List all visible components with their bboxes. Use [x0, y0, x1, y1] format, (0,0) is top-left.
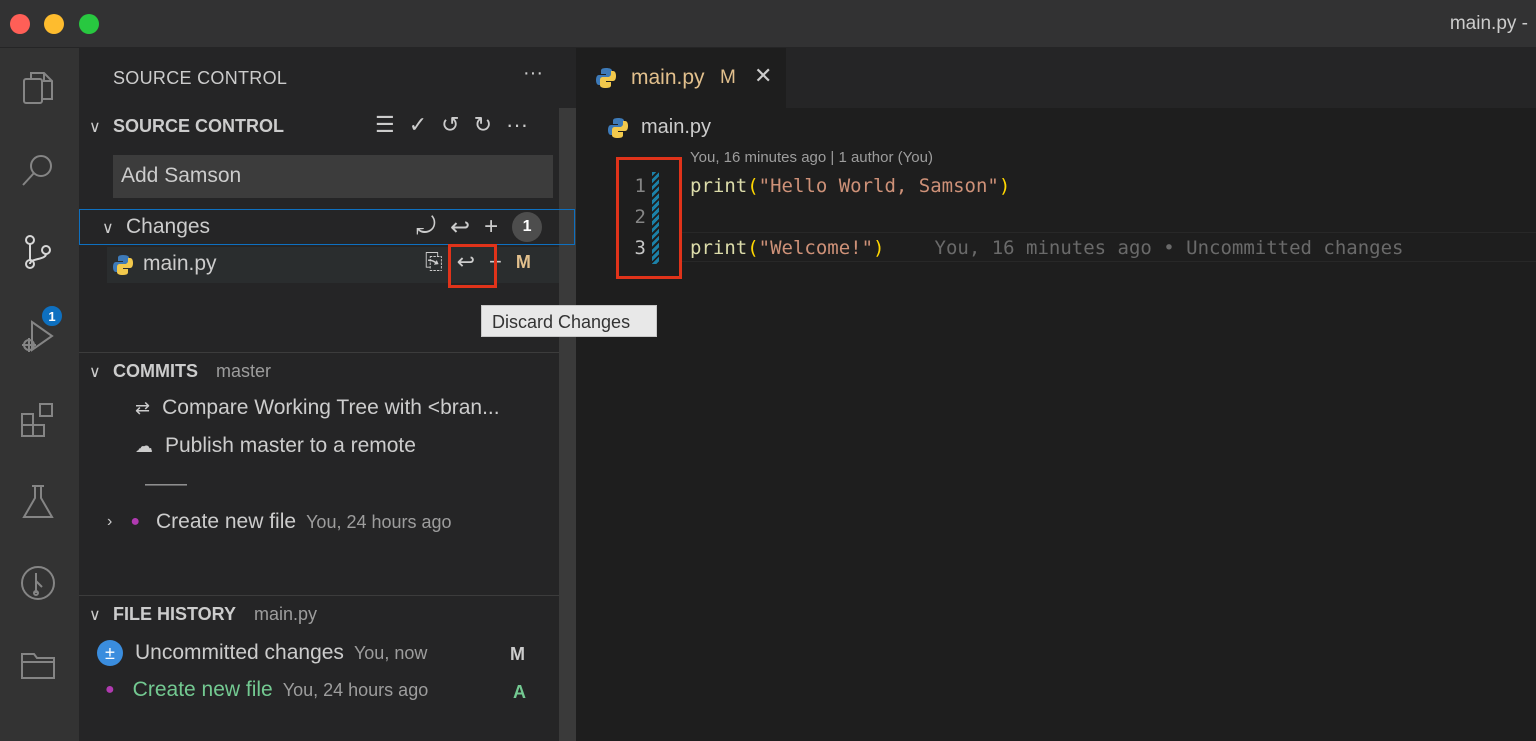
extensions-icon[interactable] [16, 398, 60, 442]
changes-group-row[interactable]: ∨ Changes ⤾ ↩ + 1 [79, 209, 575, 245]
uncommitted-icon: ± [97, 640, 123, 666]
discard-changes-tooltip: Discard Changes [481, 305, 657, 337]
section-title: SOURCE CONTROL [113, 116, 284, 136]
chevron-down-icon: ∨ [89, 606, 101, 624]
tab-main-py[interactable]: main.py M ✕ [576, 48, 786, 108]
publish-branch-item[interactable]: ☁ Publish master to a remote [135, 434, 416, 458]
history-flag-added: A [513, 682, 526, 702]
search-icon[interactable] [16, 148, 60, 192]
commits-title: COMMITS [113, 361, 198, 381]
discard-highlight-box [448, 244, 497, 288]
avatar-icon: ● [130, 513, 140, 530]
activity-bar: 1 [0, 48, 79, 741]
source-control-sidebar: SOURCE CONTROL ··· ∨ SOURCE CONTROL ☰ ✓ … [79, 48, 576, 741]
explorer-icon[interactable] [16, 66, 60, 110]
file-status-badge: M [515, 251, 531, 272]
changes-group-label: ∨ Changes [102, 215, 211, 238]
discard-all-changes-icon[interactable]: ⤾ [416, 213, 436, 241]
sidebar-header: SOURCE CONTROL [113, 68, 288, 88]
sidebar-more-button[interactable]: ··· [523, 62, 543, 85]
code-line[interactable]: print("Welcome!") You, 16 minutes ago • U… [690, 237, 1404, 259]
refresh-icon[interactable]: ↻ [474, 112, 492, 138]
source-control-actions: ☰ ✓ ↺ ↻ ··· [375, 112, 528, 138]
file-history-title: FILE HISTORY [113, 604, 237, 624]
chevron-down-icon: ∨ [89, 118, 101, 136]
testing-icon[interactable] [16, 480, 60, 524]
code-line[interactable]: print("Hello World, Samson") [690, 175, 1010, 197]
changed-file-name: main.py [143, 252, 217, 275]
avatar-icon: ● [105, 681, 115, 698]
cloud-upload-icon: ☁ [135, 435, 153, 456]
minimize-window-button[interactable] [44, 14, 64, 34]
chevron-down-icon: ∨ [89, 363, 101, 381]
python-file-icon [596, 68, 616, 88]
commits-branch: master [216, 361, 272, 381]
chevron-right-icon: › [107, 513, 113, 530]
codelens-blame[interactable]: You, 16 minutes ago | 1 author (You) [690, 149, 933, 166]
inline-blame: You, 16 minutes ago • Uncommitted change… [934, 237, 1404, 259]
tab-label: main.py [631, 66, 705, 89]
chevron-down-icon: ∨ [102, 220, 114, 237]
more-actions-icon[interactable]: ··· [506, 112, 528, 138]
source-control-section-header[interactable]: ∨ SOURCE CONTROL [89, 116, 284, 137]
title-bar: main.py - [0, 0, 1536, 48]
git-graph-icon[interactable] [16, 561, 60, 605]
editor-area: main.py M ✕ main.py You, 16 minutes ago … [576, 48, 1536, 741]
commit-check-icon[interactable]: ✓ [409, 112, 427, 138]
commit-message-input[interactable]: Add Samson [113, 155, 553, 198]
stage-all-changes-icon[interactable]: + [484, 213, 498, 241]
history-icon[interactable]: ↺ [441, 112, 459, 138]
view-as-tree-icon[interactable]: ☰ [375, 112, 395, 138]
compare-icon: ⇄ [135, 397, 151, 418]
close-window-button[interactable] [10, 14, 30, 34]
commit-separator: —— [145, 472, 187, 495]
gutter-highlight-box [616, 157, 682, 279]
breadcrumb[interactable]: main.py [641, 116, 711, 139]
open-file-icon[interactable]: ⎘ [425, 249, 443, 275]
python-file-icon [113, 255, 133, 275]
changes-group-actions: ⤾ ↩ + 1 [416, 212, 543, 242]
commits-section-header[interactable]: ∨ COMMITS master [89, 361, 271, 382]
folders-icon[interactable] [16, 642, 60, 686]
sidebar-scrollbar[interactable] [559, 108, 576, 741]
run-debug-icon[interactable] [16, 314, 60, 358]
file-history-section-header[interactable]: ∨ FILE HISTORY main.py [89, 604, 317, 625]
close-icon[interactable]: ✕ [754, 63, 772, 89]
window-title: main.py - [1449, 13, 1528, 34]
file-history-file: main.py [254, 604, 318, 624]
python-file-icon [608, 118, 628, 138]
history-flag-modified: M [510, 644, 525, 664]
divider [79, 352, 559, 353]
source-control-icon[interactable] [16, 230, 60, 274]
changes-count-badge: 1 [512, 212, 543, 242]
tab-modified-flag: M [720, 67, 736, 88]
compare-working-tree-item[interactable]: ⇄ Compare Working Tree with <bran... [135, 396, 500, 420]
tab-bar: main.py M ✕ [576, 48, 1536, 108]
stage-all-discard-icon[interactable]: ↩ [450, 213, 470, 242]
history-item-uncommitted[interactable]: ± Uncommitted changes You, now [97, 640, 427, 666]
history-item-create[interactable]: ● Create new file You, 24 hours ago [105, 678, 428, 702]
commit-item[interactable]: › ● Create new file You, 24 hours ago [107, 510, 452, 534]
divider [79, 595, 559, 596]
maximize-window-button[interactable] [79, 14, 99, 34]
